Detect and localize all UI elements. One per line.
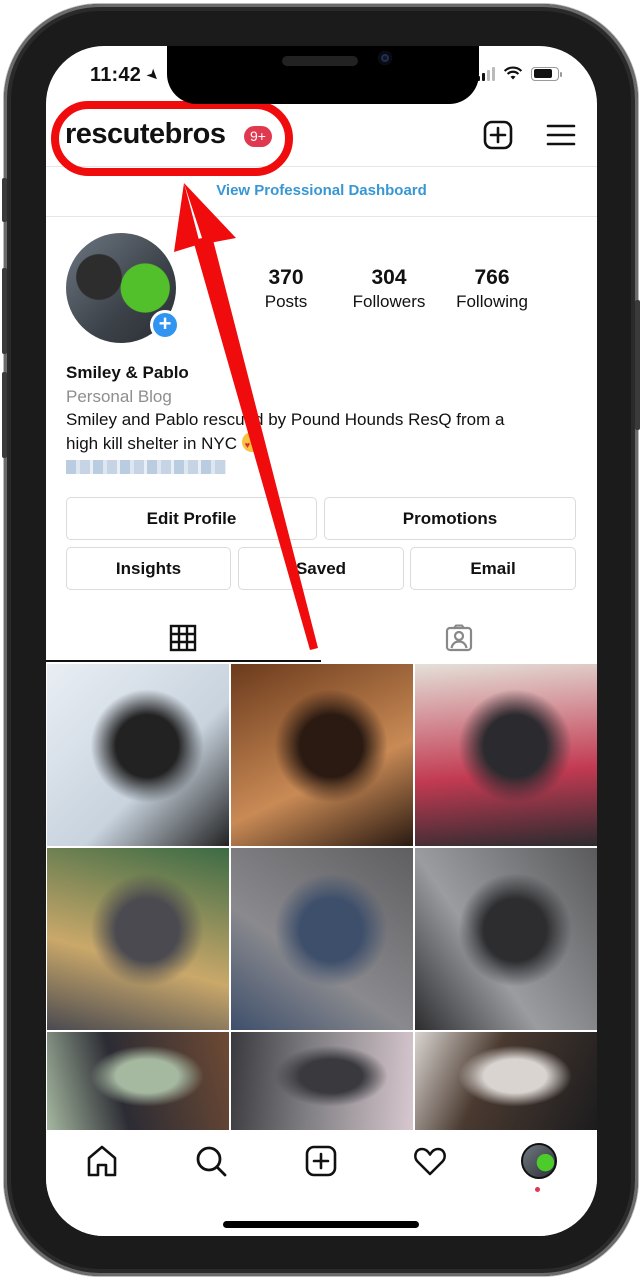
display-name: Smiley & Pablo xyxy=(66,363,189,382)
post-thumbnail[interactable] xyxy=(415,664,597,846)
notch xyxy=(167,46,479,104)
tab-grid[interactable] xyxy=(46,616,321,660)
following-count: 766 xyxy=(474,266,510,289)
volume-down-button xyxy=(2,372,7,458)
tab-tagged[interactable] xyxy=(322,616,597,660)
mute-switch xyxy=(2,178,7,222)
volume-up-button xyxy=(2,268,7,354)
heart-icon[interactable] xyxy=(412,1143,448,1179)
active-tab-indicator xyxy=(46,660,321,662)
post-thumbnail[interactable] xyxy=(47,848,229,1030)
stat-posts[interactable]: 370 Posts xyxy=(231,266,341,312)
saved-button[interactable]: Saved xyxy=(238,547,404,590)
stat-followers[interactable]: 304 Followers xyxy=(334,266,444,312)
heart-eyes-emoji xyxy=(241,431,262,457)
posts-count: 370 xyxy=(268,266,304,289)
promotions-button[interactable]: Promotions xyxy=(324,497,576,540)
profile-bio: Smiley & Pablo Personal Blog Smiley and … xyxy=(66,361,576,474)
post-thumbnail[interactable] xyxy=(415,1032,597,1130)
location-arrow-icon: ➤ xyxy=(142,64,164,86)
bio-text-line-2: high kill shelter in NYC xyxy=(66,433,238,453)
followers-count: 304 xyxy=(371,266,407,289)
insights-button[interactable]: Insights xyxy=(66,547,231,590)
status-indicators xyxy=(477,66,562,81)
post-thumbnail[interactable] xyxy=(231,664,413,846)
battery-icon xyxy=(531,66,562,81)
followers-label: Followers xyxy=(352,292,426,311)
power-button xyxy=(635,300,640,430)
front-camera xyxy=(378,51,392,65)
posts-grid xyxy=(47,664,597,1130)
status-time: 11:42 xyxy=(90,64,142,86)
profile-tab-avatar[interactable] xyxy=(521,1143,557,1179)
email-button[interactable]: Email xyxy=(410,547,576,590)
bio-text-line-1: Smiley and Pablo rescued by Pound Hounds… xyxy=(66,410,505,429)
hamburger-menu-icon[interactable] xyxy=(546,120,576,150)
posts-label: Posts xyxy=(264,292,308,311)
home-icon[interactable] xyxy=(84,1143,120,1179)
bio-text-line-2-wrap: high kill shelter in NYC xyxy=(66,431,576,457)
profile-category: Personal Blog xyxy=(66,386,172,406)
annotation-highlight-circle xyxy=(51,101,293,176)
wifi-icon xyxy=(503,66,523,80)
earpiece-speaker xyxy=(282,56,358,66)
professional-dashboard-link[interactable]: View Professional Dashboard xyxy=(46,182,597,199)
profile-notification-dot xyxy=(535,1187,540,1192)
following-label: Following xyxy=(456,292,528,311)
post-thumbnail[interactable] xyxy=(47,1032,229,1130)
grid-icon xyxy=(169,624,197,652)
post-thumbnail[interactable] xyxy=(47,664,229,846)
home-indicator[interactable] xyxy=(223,1221,419,1228)
website-link-blurred[interactable] xyxy=(66,460,226,474)
search-icon[interactable] xyxy=(193,1143,229,1179)
dashboard-divider xyxy=(46,216,597,217)
stat-following[interactable]: 766 Following xyxy=(437,266,547,312)
tagged-person-icon xyxy=(445,624,473,652)
post-thumbnail[interactable] xyxy=(231,1032,413,1130)
edit-profile-button[interactable]: Edit Profile xyxy=(66,497,317,540)
plus-square-icon[interactable] xyxy=(483,120,513,150)
screen: 11:42 ➤ rescutebros 9+ View Professional… xyxy=(46,46,597,1236)
add-story-icon[interactable]: + xyxy=(150,310,180,340)
cellular-signal-icon xyxy=(477,66,495,81)
post-thumbnail[interactable] xyxy=(415,848,597,1030)
new-post-icon[interactable] xyxy=(303,1143,339,1179)
post-thumbnail[interactable] xyxy=(231,848,413,1030)
